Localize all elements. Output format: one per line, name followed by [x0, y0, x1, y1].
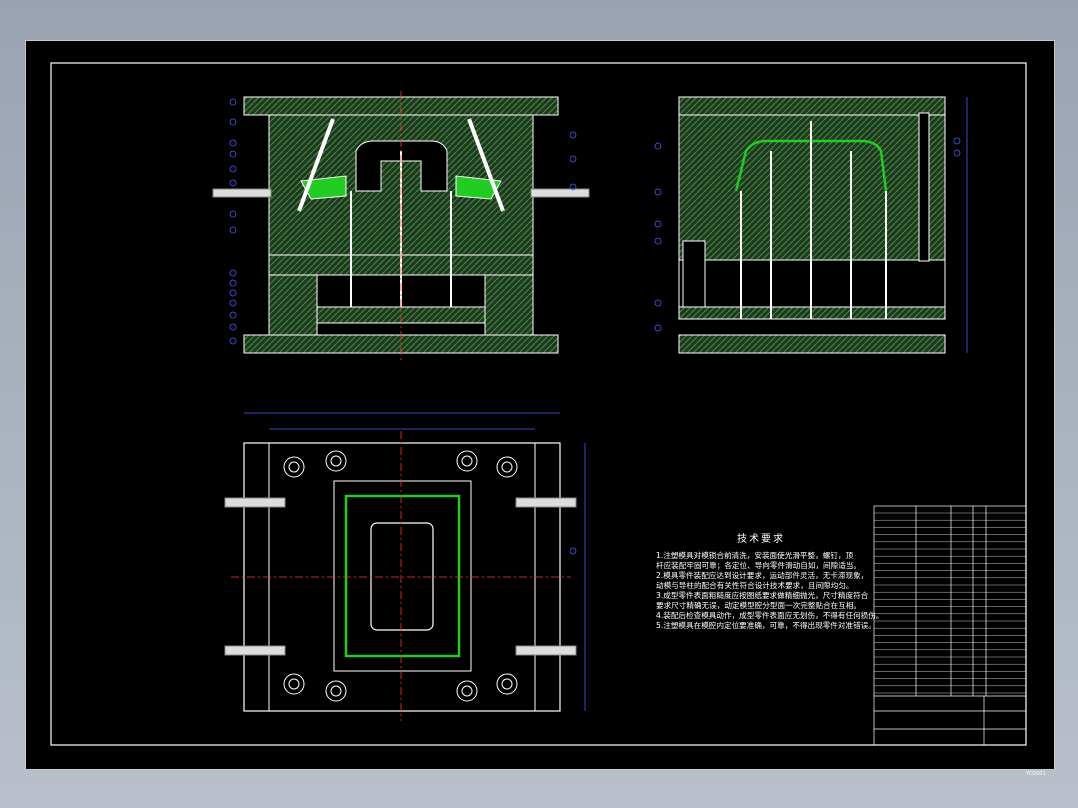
front-section-view	[212, 91, 590, 361]
left-spacer	[268, 274, 318, 336]
side-top-plate	[678, 96, 946, 116]
right-spacer	[484, 274, 534, 336]
tech-line: 1.注塑模具对模锁合前清洗，安装面使光滑平整，螺钉，顶	[656, 551, 854, 560]
tech-requirements-title: 技术要求	[737, 534, 785, 545]
drawing-sheet: 技术要求 1.注塑模具对模锁合前清洗，安装面使光滑平整，螺钉，顶 杆应装配牢固可…	[25, 40, 1055, 777]
tech-line: 要求尺寸精确无误，动定模型腔分型面一次完整贴合在互相。	[656, 601, 862, 610]
tech-line: 4.装配后检查模具动作，成型零件表面应无划伤，不得有任何损伤。	[656, 611, 884, 620]
tech-line: 动模与导柱的配合有关性符合设计技术要求，且间隙均匀。	[656, 581, 854, 590]
tech-line: 3.成型零件表面粗糙度应按图纸要求做精细抛光，尺寸精度符合	[656, 591, 869, 600]
tech-line: 5.注塑模具在模腔内定位要准确，可靠，不得出现零件对准错误。	[656, 621, 876, 630]
cad-drawing	[50, 62, 1027, 746]
side-return-spring	[682, 240, 706, 308]
plan-view	[224, 412, 586, 721]
slider-left	[212, 188, 272, 198]
tech-line: 2.模具零件装配应达到设计要求，运动部件灵活，无卡滞现象，	[656, 571, 869, 580]
parts-list-rows	[874, 512, 1026, 694]
drawing-number: YCD001	[1026, 771, 1046, 777]
technical-requirements: 技术要求 1.注塑模具对模锁合前清洗，安装面使光滑平整，螺钉，顶 杆应装配牢固可…	[656, 534, 884, 631]
slider-right	[530, 188, 590, 198]
side-vent-strip	[918, 112, 930, 262]
side-bottom-plate	[678, 334, 946, 354]
side-section-view	[654, 96, 968, 354]
tech-line: 杆应装配牢固可靠；各定位、导向零件滑动自如，间隙适当。	[656, 561, 862, 570]
